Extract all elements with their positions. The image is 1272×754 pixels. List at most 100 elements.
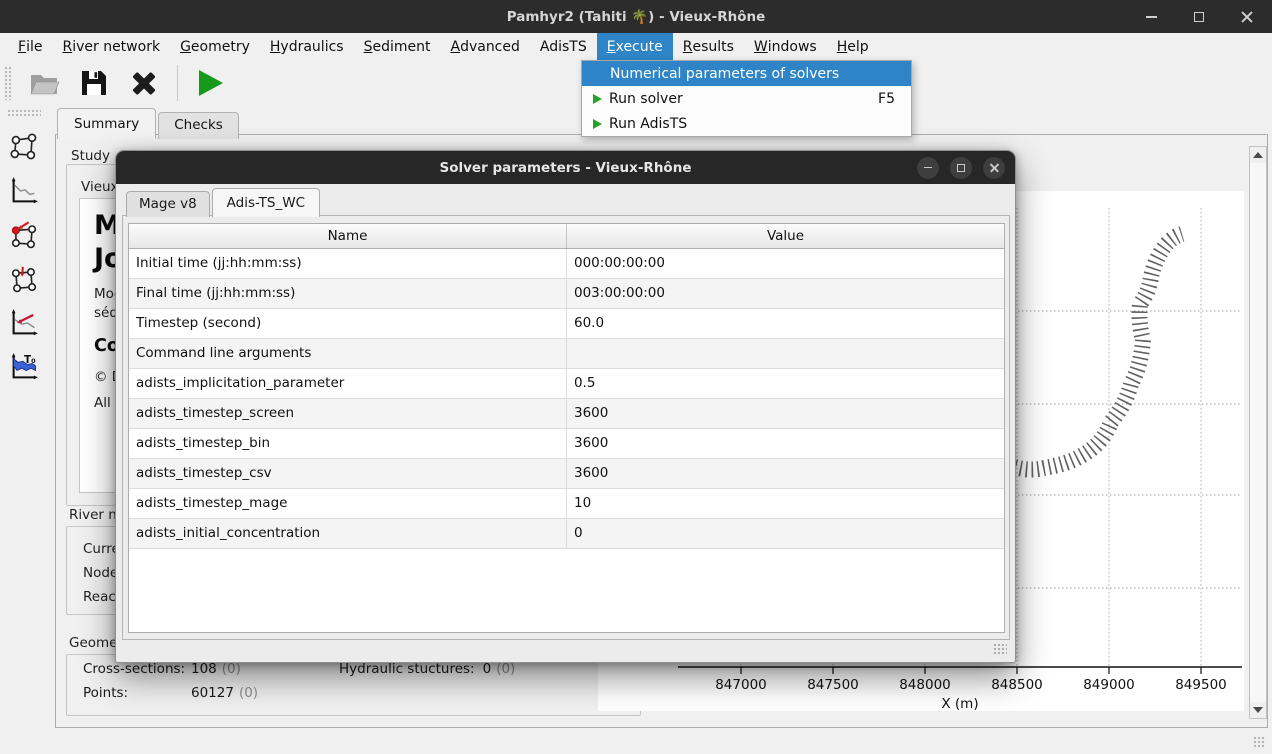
river-network-row-node: Node [83, 565, 118, 581]
folder-open-icon [28, 68, 60, 98]
plot-x-axis-label: X (m) [941, 696, 978, 711]
open-study-button[interactable] [27, 66, 61, 100]
param-value[interactable]: 3600 [567, 398, 1005, 428]
save-icon [79, 68, 109, 98]
param-value[interactable]: 0 [567, 518, 1005, 548]
param-value[interactable]: 60.0 [567, 308, 1005, 338]
stat-value: 108 [191, 661, 217, 677]
menu-windows[interactable]: Windows [744, 33, 827, 60]
run-solver-icon [593, 94, 602, 104]
param-name: adists_timestep_bin [129, 428, 567, 458]
dialog-close-button[interactable] [983, 157, 1005, 179]
svg-text:849000: 849000 [1083, 677, 1135, 693]
menu-execute[interactable]: Execute [597, 33, 673, 60]
hydrograph-icon: T₀ [9, 352, 39, 382]
table-row: Timestep (second)60.0 [129, 308, 1004, 338]
minimize-button[interactable] [1140, 6, 1162, 28]
toolbar-separator [177, 65, 178, 101]
stat-points: Points: 60127 (0) [83, 685, 258, 701]
param-value[interactable]: 003:00:00:00 [567, 278, 1005, 308]
edit-reach-tool-button[interactable] [6, 262, 42, 296]
param-name: Initial time (jj:hh:mm:ss) [129, 248, 567, 278]
close-button[interactable] [1236, 6, 1258, 28]
dialog-titlebar[interactable]: Solver parameters - Vieux-Rhône [116, 151, 1015, 184]
edit-node-tool-button[interactable] [6, 218, 42, 252]
menu-item-run-adists[interactable]: Run AdisTS [582, 111, 911, 136]
execute-menu: Numerical parameters of solvers Run solv… [581, 60, 912, 137]
parameters-table: Name Value Initial time (jj:hh:mm:ss)000… [128, 223, 1005, 633]
scroll-up-button[interactable] [1250, 147, 1266, 163]
save-study-button[interactable] [77, 66, 111, 100]
arrow-down-icon [1253, 707, 1263, 713]
geometry-group-title: Geome [69, 635, 117, 651]
chart-arrow-icon [9, 308, 39, 338]
close-study-button[interactable] [127, 66, 161, 100]
study-name-label: Vieux [81, 179, 119, 195]
tab-adis-ts-wc[interactable]: Adis-TS_WC [212, 188, 320, 217]
param-value[interactable]: 10 [567, 488, 1005, 518]
menu-advanced[interactable]: Advanced [440, 33, 529, 60]
param-value[interactable] [567, 338, 1005, 368]
menu-river-network[interactable]: River network [52, 33, 170, 60]
run-adists-icon [593, 119, 602, 129]
param-name: Final time (jj:hh:mm:ss) [129, 278, 567, 308]
menu-geometry[interactable]: Geometry [170, 33, 260, 60]
maximize-button[interactable] [1188, 6, 1210, 28]
menu-help[interactable]: Help [827, 33, 879, 60]
run-icon [199, 70, 223, 96]
menubar: File River network Geometry Hydraulics S… [0, 33, 1272, 60]
menu-file[interactable]: File [8, 33, 52, 60]
left-toolbar-drag-handle[interactable] [7, 109, 41, 116]
param-value[interactable]: 3600 [567, 428, 1005, 458]
tab-checks[interactable]: Checks [158, 112, 239, 139]
param-name: adists_implicitation_parameter [129, 368, 567, 398]
toolbar-drag-handle[interactable] [4, 66, 11, 100]
window-title: Pamhyr2 (Tahiti 🌴) - Vieux-Rhône [507, 9, 766, 25]
table-row: Final time (jj:hh:mm:ss)003:00:00:00 [129, 278, 1004, 308]
menu-adists[interactable]: AdisTS [530, 33, 597, 60]
river-network-icon [9, 132, 39, 162]
stat-cross-sections: Cross-sections: 108 (0) [83, 661, 241, 677]
solver-parameters-dialog: Solver parameters - Vieux-Rhône Mage v8 … [115, 150, 1016, 663]
menu-item-label: Run AdisTS [609, 116, 687, 132]
dialog-resize-grip[interactable] [993, 643, 1007, 656]
column-header-name[interactable]: Name [129, 224, 567, 248]
param-value[interactable]: 3600 [567, 458, 1005, 488]
maximize-icon [1194, 12, 1204, 22]
table-row: adists_implicitation_parameter0.5 [129, 368, 1004, 398]
tab-summary[interactable]: Summary [57, 108, 156, 139]
river-network-group-title: River n [69, 507, 117, 523]
window-titlebar: Pamhyr2 (Tahiti 🌴) - Vieux-Rhône [0, 0, 1272, 33]
river-network-row-reach: Reac [83, 589, 116, 605]
solver-tabs: Mage v8 Adis-TS_WC [126, 188, 322, 217]
dialog-minimize-button[interactable] [917, 157, 939, 179]
chart-edit-tool-button[interactable] [6, 306, 42, 340]
minimize-icon [924, 167, 932, 169]
menu-item-run-solver[interactable]: Run solver F5 [582, 86, 911, 111]
param-value[interactable]: 0.5 [567, 368, 1005, 398]
dialog-maximize-button[interactable] [950, 157, 972, 179]
param-value[interactable]: 000:00:00:00 [567, 248, 1005, 278]
profile-chart-icon [9, 176, 39, 206]
stat-badge: (0) [222, 661, 241, 677]
run-solver-button[interactable] [194, 66, 228, 100]
scroll-down-button[interactable] [1250, 702, 1266, 718]
minimize-icon [1146, 16, 1157, 18]
tab-mage-v8[interactable]: Mage v8 [126, 191, 210, 217]
main-tabbar: Summary Checks [57, 108, 241, 139]
menu-sediment[interactable]: Sediment [354, 33, 441, 60]
stat-label: Points: [83, 685, 191, 701]
hydrograph-tool-button[interactable]: T₀ [6, 350, 42, 384]
menu-results[interactable]: Results [673, 33, 744, 60]
longitudinal-profile-tool-button[interactable] [6, 174, 42, 208]
svg-text:849500: 849500 [1175, 677, 1227, 693]
column-header-value[interactable]: Value [567, 224, 1005, 248]
param-name: Timestep (second) [129, 308, 567, 338]
river-network-tool-button[interactable] [6, 130, 42, 164]
menu-item-numerical-parameters[interactable]: Numerical parameters of solvers [582, 61, 911, 86]
svg-text:848500: 848500 [991, 677, 1043, 693]
window-resize-grip[interactable] [1253, 736, 1266, 749]
edit-reach-icon [9, 264, 39, 294]
menu-hydraulics[interactable]: Hydraulics [260, 33, 354, 60]
plot-vertical-scrollbar[interactable] [1249, 146, 1267, 719]
